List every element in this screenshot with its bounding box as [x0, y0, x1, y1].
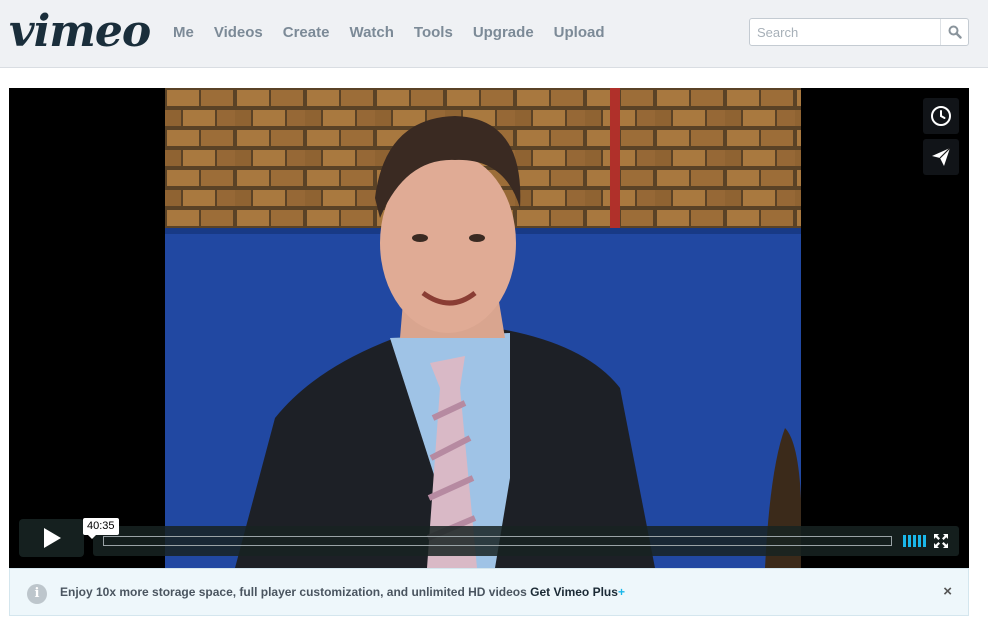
nav-item-upload[interactable]: Upload — [554, 24, 605, 42]
search-input[interactable] — [750, 19, 940, 45]
search-icon — [948, 25, 962, 39]
fullscreen-icon[interactable] — [933, 533, 949, 549]
banner-text: Enjoy 10x more storage space, full playe… — [60, 585, 531, 599]
send-icon — [932, 147, 951, 166]
play-icon — [43, 528, 61, 548]
nav-item-watch[interactable]: Watch — [349, 24, 393, 42]
banner-message: Enjoy 10x more storage space, full playe… — [60, 585, 625, 600]
search-box — [749, 18, 969, 46]
search-button[interactable] — [940, 19, 968, 45]
video-player[interactable]: 40:35 — [9, 88, 969, 568]
player-controls — [93, 526, 959, 556]
upgrade-banner: i Enjoy 10x more storage space, full pla… — [9, 568, 969, 616]
plus-mark: + — [617, 585, 625, 599]
clock-icon — [931, 106, 951, 126]
info-icon: i — [27, 584, 47, 604]
close-banner-button[interactable]: × — [943, 583, 952, 601]
top-navigation-bar: vimeo Me Videos Create Watch Tools Upgra… — [0, 0, 988, 68]
nav-item-create[interactable]: Create — [283, 24, 330, 42]
video-still-image — [165, 88, 801, 568]
nav-item-me[interactable]: Me — [173, 24, 194, 42]
nav-item-videos[interactable]: Videos — [214, 24, 263, 42]
vimeo-logo[interactable]: vimeo — [9, 6, 151, 58]
main-nav: Me Videos Create Watch Tools Upgrade Upl… — [173, 24, 625, 42]
time-tooltip: 40:35 — [83, 518, 119, 539]
nav-item-upgrade[interactable]: Upgrade — [473, 24, 534, 42]
progress-bar[interactable] — [103, 536, 892, 546]
watch-later-button[interactable] — [923, 98, 959, 134]
hd-bars-icon[interactable] — [903, 535, 926, 547]
share-button[interactable] — [923, 139, 959, 175]
play-button[interactable] — [19, 519, 84, 557]
video-frame — [165, 88, 801, 568]
get-vimeo-plus-link[interactable]: Get Vimeo Plus — [530, 585, 618, 599]
nav-item-tools[interactable]: Tools — [414, 24, 453, 42]
